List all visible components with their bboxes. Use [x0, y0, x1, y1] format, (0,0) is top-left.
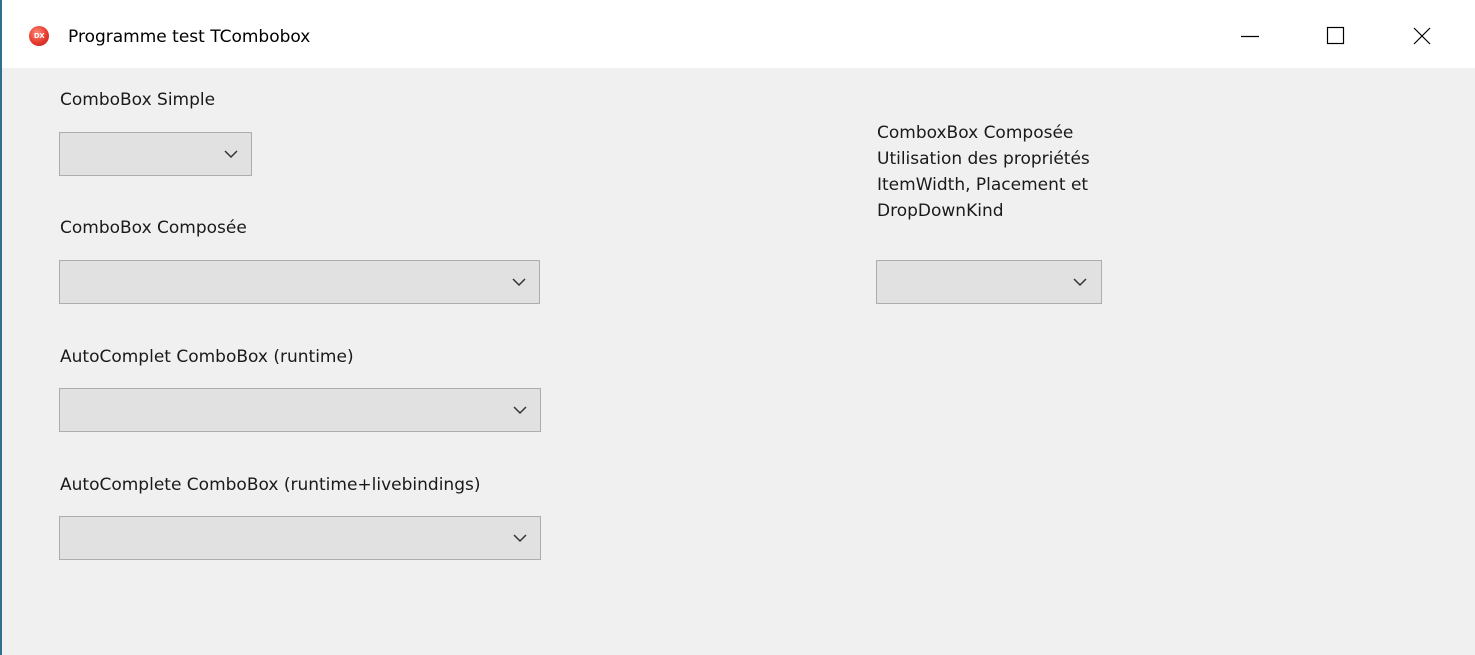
label-line: ItemWidth, Placement et — [877, 175, 1089, 195]
label-line: DropDownKind — [877, 201, 1004, 221]
close-button[interactable] — [1399, 14, 1445, 58]
chevron-down-icon — [1073, 278, 1087, 287]
autocomplet-combobox[interactable] — [59, 388, 541, 432]
maximize-icon — [1326, 26, 1345, 45]
chevron-down-icon — [513, 534, 527, 543]
autocomplete-livebindings-label: AutoComplete ComboBox (runtime+livebindi… — [60, 475, 481, 495]
combobox-composed-properties-label: ComboxBox Composée Utilisation des propr… — [877, 120, 1090, 224]
autocomplet-combobox-label: AutoComplet ComboBox (runtime) — [60, 347, 354, 367]
app-icon: DX — [29, 26, 49, 46]
autocomplete-livebindings-combobox[interactable] — [59, 516, 541, 560]
minimize-icon — [1241, 35, 1259, 38]
combobox-simple-label: ComboBox Simple — [60, 90, 216, 110]
label-line: ComboxBox Composée — [877, 123, 1074, 143]
title-bar[interactable]: DX Programme test TCombobox — [2, 0, 1475, 68]
chevron-down-icon — [512, 278, 526, 287]
combobox-composed-properties[interactable] — [876, 260, 1102, 304]
chevron-down-icon — [513, 406, 527, 415]
minimize-button[interactable] — [1227, 14, 1273, 58]
close-icon — [1413, 27, 1431, 45]
form-client-area: ComboBox Simple ComboBox Composée AutoCo… — [2, 68, 1475, 655]
window-title: Programme test TCombobox — [68, 27, 311, 47]
maximize-button[interactable] — [1312, 14, 1358, 58]
combobox-composed[interactable] — [59, 260, 540, 304]
chevron-down-icon — [224, 150, 238, 159]
combobox-composed-label: ComboBox Composée — [60, 218, 247, 238]
combobox-simple[interactable] — [59, 132, 252, 176]
label-line: Utilisation des propriétés — [877, 149, 1090, 169]
application-window: DX Programme test TCombobox ComboBox Sim… — [0, 0, 1475, 655]
